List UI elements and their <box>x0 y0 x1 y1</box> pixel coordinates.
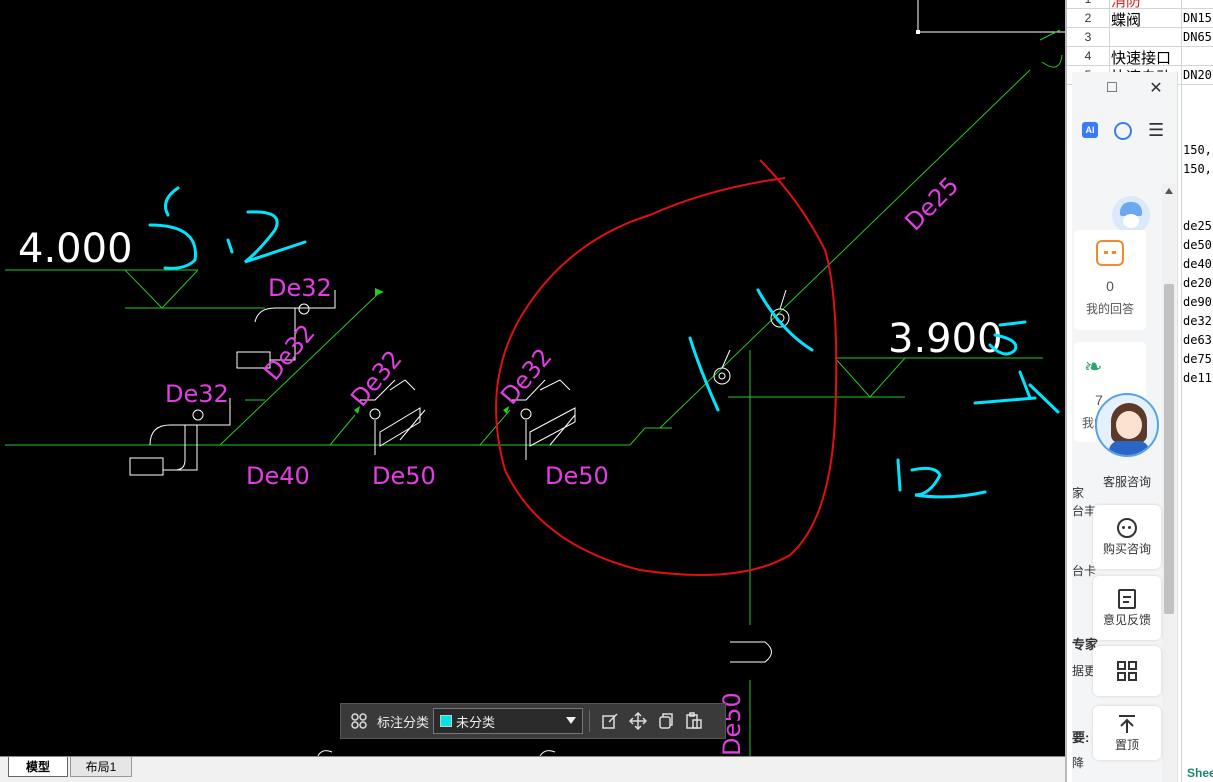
partial-text: 要: <box>1072 730 1090 745</box>
cell-a: 快速接口 <box>1111 50 1172 67</box>
elevation-right: 3.900 <box>888 316 1003 362</box>
scroll-up-icon[interactable] <box>1165 188 1173 194</box>
cell-b: DN20 <box>1183 68 1212 82</box>
label-de32-upper: De32 <box>268 274 332 302</box>
purchase-consult-button[interactable]: 购买咨询 <box>1093 505 1161 569</box>
copy-icon[interactable] <box>652 707 680 735</box>
column-divider <box>1181 0 1182 782</box>
scrollbar[interactable] <box>1162 184 1176 782</box>
row-number: 3 <box>1084 30 1092 44</box>
arrow-head <box>354 406 360 414</box>
sheet-tab-label[interactable]: Shee <box>1187 766 1213 780</box>
frame-grip <box>916 30 920 34</box>
answers-label: 我的回答 <box>1085 302 1134 316</box>
chat-icon <box>1096 240 1124 266</box>
category-value: 未分类 <box>456 714 496 730</box>
cell-value: de32 <box>1183 314 1212 328</box>
paste-icon[interactable] <box>680 707 708 735</box>
cell-value: 150, <box>1183 162 1212 176</box>
label-de50-left: De50 <box>372 462 436 490</box>
arrow-head <box>375 288 384 296</box>
cell-value: de90 <box>1183 295 1212 309</box>
move-icon[interactable] <box>624 707 652 735</box>
frame-line <box>917 0 1065 33</box>
cell-value: de40 <box>1183 257 1212 271</box>
feedback-button[interactable]: 意见反馈 <box>1093 576 1161 640</box>
cell-value: de50 <box>1183 238 1212 252</box>
label-de32-left: De32 <box>165 380 229 408</box>
leaf-icon: ❧ <box>1084 354 1103 379</box>
feedback-icon <box>1118 588 1136 609</box>
category-label: 标注分类 <box>377 714 430 730</box>
row-number: 4 <box>1084 49 1092 63</box>
qr-code-icon <box>1117 661 1137 681</box>
sheet-row[interactable]: 4 快速接口 <box>1067 47 1213 67</box>
partial-text: 家 <box>1072 486 1085 500</box>
answers-count: 0 <box>1106 278 1114 294</box>
cell-a: 蝶阀 <box>1111 12 1142 29</box>
toolbar-divider <box>589 710 591 732</box>
partial-text: 降 <box>1072 756 1085 770</box>
cell-value: de20 <box>1183 276 1212 290</box>
headset-icon <box>1117 517 1137 538</box>
sheet-row[interactable]: 1 消防 <box>1067 0 1213 10</box>
menu-icon[interactable]: ☰ <box>1148 120 1164 141</box>
sheet-row[interactable]: 3 DN65 <box>1067 28 1213 47</box>
edit-icon[interactable] <box>596 707 624 735</box>
label-de25: De25 <box>899 171 964 236</box>
row-number: 1 <box>1067 0 1109 6</box>
layout-tabs: 模型 布局1 <box>0 756 1065 782</box>
sheet-row[interactable]: 2 蝶阀 DN15 <box>1067 9 1213 29</box>
category-swatch <box>440 715 453 727</box>
label-de32-mid: De32 <box>345 345 407 412</box>
purchase-label: 购买咨询 <box>1102 541 1151 556</box>
cell-value: de75 <box>1183 352 1212 366</box>
feedback-label: 意见反馈 <box>1102 612 1151 627</box>
fixtures <box>129 289 790 663</box>
tab-layout1[interactable]: 布局1 <box>70 757 132 777</box>
customer-service-button[interactable]: 客服咨询 <box>1093 393 1161 493</box>
elevation-left: 4.000 <box>18 226 133 272</box>
cad-drawing[interactable]: 4.000 3.900 De32 De32 De32 De32 De32 De4… <box>0 0 1065 756</box>
sync-icon[interactable] <box>1114 122 1132 140</box>
my-answers-card[interactable]: 0 我的回答 <box>1074 230 1146 330</box>
back-to-top-button[interactable]: 置顶 <box>1093 706 1161 760</box>
category-select[interactable]: 未分类 <box>433 708 584 734</box>
scroll-thumb[interactable] <box>1164 284 1174 614</box>
cell-value: 150, <box>1183 143 1212 157</box>
chevron-down-icon <box>566 717 577 724</box>
pipe-network <box>5 29 1063 756</box>
annotation-toolbar: 标注分类 未分类 <box>340 703 726 739</box>
cell-value: de11 <box>1183 371 1212 385</box>
to-top-label: 置顶 <box>1114 737 1139 752</box>
cell-b: DN65 <box>1183 30 1212 44</box>
cell-value: de25 <box>1183 219 1212 233</box>
cad-canvas[interactable]: 4.000 3.900 De32 De32 De32 De32 De32 De4… <box>0 0 1065 782</box>
row-number: 2 <box>1084 11 1092 25</box>
customer-service-label: 客服咨询 <box>1102 475 1151 489</box>
ai-icon[interactable]: AI <box>1082 122 1098 138</box>
close-icon[interactable]: ✕ <box>1146 78 1166 98</box>
avatar[interactable] <box>1112 196 1150 234</box>
cell-value: de63 <box>1183 333 1212 347</box>
label-de40: De40 <box>246 462 310 490</box>
arrow-up-icon <box>1119 714 1135 733</box>
agent-avatar <box>1095 393 1159 457</box>
label-de50-right: De50 <box>545 462 609 490</box>
tab-model[interactable]: 模型 <box>8 757 68 777</box>
maximize-icon[interactable]: □ <box>1102 78 1122 98</box>
cell-b: DN15 <box>1183 11 1212 25</box>
qr-code-button[interactable] <box>1093 646 1161 696</box>
grid-icon[interactable] <box>345 707 373 735</box>
